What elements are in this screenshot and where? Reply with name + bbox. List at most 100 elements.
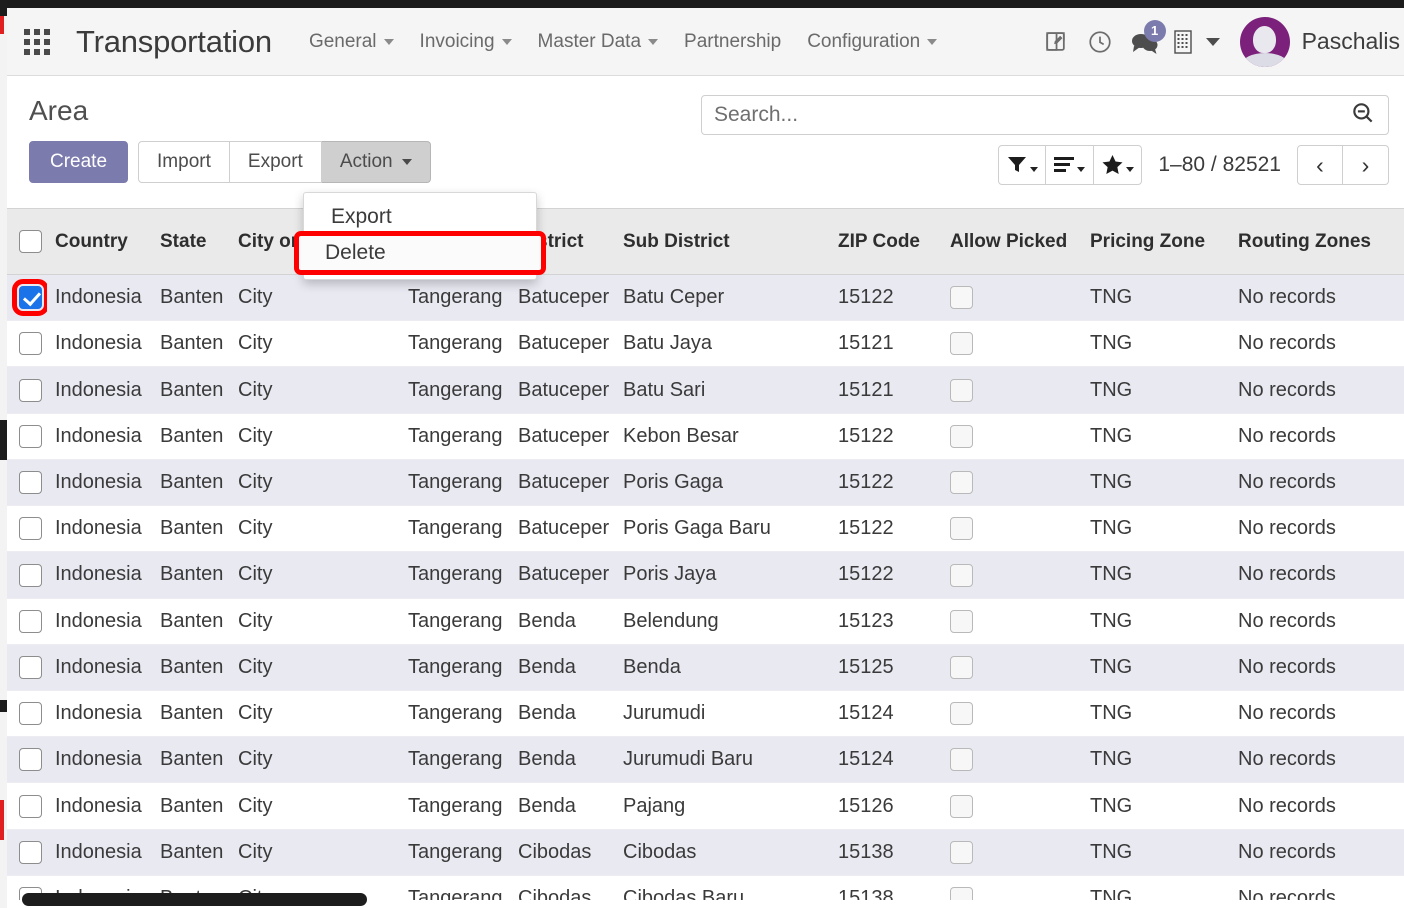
cell-sub-district: Pajang bbox=[615, 782, 830, 830]
cell-allow-picked bbox=[942, 829, 1082, 876]
row-select-checkbox[interactable] bbox=[19, 748, 42, 772]
horizontal-scrollbar[interactable] bbox=[22, 893, 367, 906]
search-icon[interactable] bbox=[1350, 100, 1376, 131]
cell-sub-district: Belendung bbox=[615, 598, 830, 645]
pager-next-button[interactable]: › bbox=[1343, 145, 1389, 185]
compose-note-icon[interactable] bbox=[1034, 20, 1078, 64]
table-row[interactable]: Indonesia Banten City Tangerang Batuceper Por… bbox=[7, 551, 1404, 599]
column-header-sub-district[interactable]: Sub District bbox=[615, 208, 830, 275]
row-select-checkbox[interactable] bbox=[12, 279, 47, 317]
select-all-checkbox[interactable] bbox=[19, 230, 42, 253]
row-select-checkbox[interactable] bbox=[19, 609, 42, 633]
allow-picked-checkbox[interactable] bbox=[950, 332, 973, 356]
allow-picked-checkbox[interactable] bbox=[950, 424, 973, 448]
cell-pricing-zone: TNG bbox=[1082, 459, 1230, 507]
create-button[interactable]: Create bbox=[29, 141, 129, 183]
app-brand-title[interactable]: Transportation bbox=[76, 24, 272, 60]
import-button[interactable]: Import bbox=[138, 141, 230, 183]
row-select-checkbox[interactable] bbox=[19, 332, 42, 356]
row-select-checkbox[interactable] bbox=[19, 378, 42, 402]
cell-city-name: Tangerang bbox=[400, 366, 510, 414]
row-select-checkbox[interactable] bbox=[19, 563, 42, 587]
table-row[interactable]: Indonesia Banten City Tangerang Batuceper Por… bbox=[7, 505, 1404, 553]
column-header-country[interactable]: Country bbox=[47, 208, 152, 275]
allow-picked-checkbox[interactable] bbox=[950, 748, 973, 772]
column-header-zip-code[interactable]: ZIP Code bbox=[830, 208, 942, 275]
column-header-allow-picked[interactable]: Allow Picked bbox=[942, 208, 1082, 275]
filters-icon[interactable] bbox=[998, 145, 1047, 185]
allow-picked-checkbox[interactable] bbox=[950, 517, 973, 541]
row-select-checkbox[interactable] bbox=[19, 794, 42, 818]
allow-picked-checkbox[interactable] bbox=[950, 794, 973, 818]
cell-state: Banten bbox=[152, 366, 230, 414]
row-select-checkbox[interactable] bbox=[19, 655, 42, 679]
favorites-star-icon[interactable] bbox=[1094, 145, 1143, 185]
allow-picked-checkbox[interactable] bbox=[950, 563, 973, 587]
allow-picked-checkbox[interactable] bbox=[950, 702, 973, 726]
search-input[interactable] bbox=[714, 103, 1350, 127]
table-row[interactable]: Indonesia Banten City Tangerang Batuceper Bat… bbox=[7, 320, 1404, 368]
company-building-icon[interactable] bbox=[1166, 20, 1200, 64]
cell-routing-zones: No records bbox=[1230, 459, 1404, 507]
column-header-routing-zones[interactable]: Routing Zones bbox=[1230, 208, 1404, 275]
table-row[interactable]: Indonesia Banten City Tangerang Benda Belendu… bbox=[7, 598, 1404, 645]
table-row[interactable]: Indonesia Banten City Tangerang Benda Jurumud… bbox=[7, 736, 1404, 784]
row-select-checkbox[interactable] bbox=[19, 517, 42, 541]
table-row[interactable]: Indonesia Banten City Tangerang Batuceper Bat… bbox=[7, 274, 1404, 322]
menu-item-configuration[interactable]: Configuration bbox=[794, 25, 950, 59]
clock-activity-icon[interactable] bbox=[1078, 20, 1122, 64]
row-select-cell bbox=[7, 644, 47, 691]
row-select-checkbox[interactable] bbox=[19, 840, 42, 864]
action-button-row: Create Import Export Action bbox=[29, 141, 431, 183]
table-row[interactable]: Indonesia Banten City Tangerang Benda Benda 15… bbox=[7, 644, 1404, 691]
allow-picked-checkbox[interactable] bbox=[950, 887, 973, 900]
menu-item-general[interactable]: General bbox=[296, 25, 407, 59]
allow-picked-checkbox[interactable] bbox=[950, 378, 973, 402]
row-select-cell bbox=[7, 598, 47, 645]
table-row[interactable]: Indonesia Banten City Tangerang Benda Jurumud… bbox=[7, 690, 1404, 738]
allow-picked-checkbox[interactable] bbox=[950, 471, 973, 495]
messages-icon[interactable]: 1 bbox=[1122, 19, 1166, 64]
cell-routing-zones: No records bbox=[1230, 551, 1404, 599]
row-select-checkbox[interactable] bbox=[19, 424, 42, 448]
menu-item-invoicing[interactable]: Invoicing bbox=[407, 25, 525, 59]
user-menu[interactable]: Paschalis bbox=[1239, 16, 1404, 67]
table-row[interactable]: Indonesia Banten City Tangerang Batuceper Bat… bbox=[7, 366, 1404, 414]
allow-picked-checkbox[interactable] bbox=[950, 286, 973, 310]
row-select-checkbox[interactable] bbox=[19, 702, 42, 726]
cell-sub-district: Batu Ceper bbox=[615, 274, 830, 322]
table-row[interactable]: Indonesia Banten City Tangerang Benda Pajang 1… bbox=[7, 782, 1404, 830]
action-dropdown-button[interactable]: Action bbox=[321, 141, 431, 183]
search-bar[interactable] bbox=[701, 95, 1389, 135]
cell-city-or-regency: City bbox=[230, 644, 400, 691]
apps-grid-icon[interactable] bbox=[22, 27, 52, 57]
cell-city-name: Tangerang bbox=[400, 829, 510, 876]
cell-city-or-regency: City bbox=[230, 598, 400, 645]
allow-picked-checkbox[interactable] bbox=[950, 655, 973, 679]
row-select-checkbox[interactable] bbox=[19, 471, 42, 495]
allow-picked-checkbox[interactable] bbox=[950, 840, 973, 864]
table-row[interactable]: Indonesia Banten City Tangerang Batuceper Keb… bbox=[7, 413, 1404, 460]
allow-picked-checkbox[interactable] bbox=[950, 609, 973, 633]
cell-country: Indonesia bbox=[47, 829, 152, 876]
export-button[interactable]: Export bbox=[229, 141, 322, 183]
menu-item-master-data[interactable]: Master Data bbox=[525, 25, 671, 59]
cell-pricing-zone: TNG bbox=[1082, 644, 1230, 691]
action-menu-item-export[interactable]: Export bbox=[304, 199, 536, 235]
group-by-icon[interactable] bbox=[1046, 145, 1095, 185]
table-row[interactable]: IndonesiaBantenCityTangerangCibodasCibod… bbox=[7, 829, 1404, 876]
company-dropdown-caret[interactable] bbox=[1200, 20, 1226, 64]
cell-state: Banten bbox=[152, 505, 230, 553]
select-all-header bbox=[7, 208, 47, 275]
column-header-pricing-zone[interactable]: Pricing Zone bbox=[1082, 208, 1230, 275]
action-menu-item-delete[interactable]: Delete bbox=[294, 231, 546, 275]
records-table-container: Country State City or Regency District S… bbox=[7, 208, 1404, 900]
cell-pricing-zone: TNG bbox=[1082, 413, 1230, 460]
chevron-down-icon bbox=[401, 159, 412, 165]
pager-previous-button[interactable]: ‹ bbox=[1297, 145, 1343, 185]
menu-item-partnership[interactable]: Partnership bbox=[671, 25, 794, 59]
table-row[interactable]: Indonesia Banten City Tangerang Batuceper Por… bbox=[7, 459, 1404, 507]
cell-pricing-zone: TNG bbox=[1082, 274, 1230, 322]
column-header-state[interactable]: State bbox=[152, 208, 230, 275]
cell-city-name: Tangerang bbox=[400, 413, 510, 460]
